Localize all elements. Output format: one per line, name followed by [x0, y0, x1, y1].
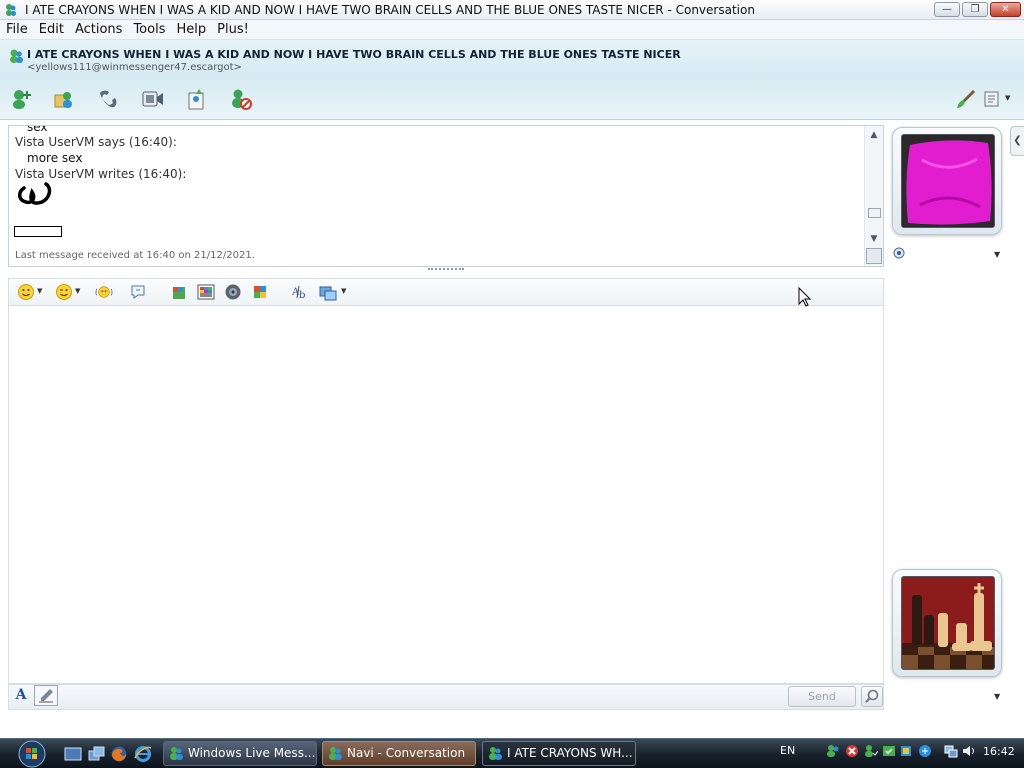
- messenger-icon: [6, 4, 16, 16]
- search-icon: [865, 689, 879, 703]
- format-toolbar: ▼ ▼ Ab ▼: [8, 278, 884, 306]
- maximize-button[interactable]: ❐: [962, 2, 988, 17]
- taskbar-button-windows-live-messenger[interactable]: Windows Live Mess...: [163, 741, 317, 766]
- menu-plus[interactable]: Plus!: [211, 20, 254, 37]
- wink-icon[interactable]: [55, 283, 73, 301]
- taskbar-button-label: Windows Live Mess...: [188, 746, 316, 760]
- contact-display-picture[interactable]: [892, 127, 1002, 235]
- taskbar-button-navi-conversation[interactable]: Navi - Conversation: [322, 741, 476, 766]
- share-files-icon[interactable]: [53, 87, 77, 111]
- games-icon[interactable]: [251, 283, 269, 301]
- pen-icon: [39, 689, 53, 703]
- voice-clip-icon[interactable]: [129, 283, 147, 301]
- firefox-icon[interactable]: [110, 745, 128, 763]
- handwriting-button[interactable]: [34, 685, 58, 706]
- font-button[interactable]: A: [12, 687, 30, 705]
- history-scrollbar[interactable]: ▲ ▼: [864, 126, 883, 266]
- messenger-icon: [489, 747, 502, 760]
- last-message-status: Last message received at 16:40 on 21/12/…: [15, 250, 255, 261]
- language-indicator[interactable]: EN: [780, 744, 795, 757]
- taskbar-clock[interactable]: 16:42: [983, 745, 1015, 758]
- user-picture-image: [901, 576, 995, 670]
- scroll-to-end-button[interactable]: [866, 248, 882, 264]
- security-alert-tray-icon[interactable]: [845, 744, 859, 758]
- chess-pieces-image: [902, 577, 994, 669]
- nudge-icon[interactable]: [95, 283, 117, 301]
- start-button[interactable]: [8, 739, 50, 768]
- close-button[interactable]: ✕: [990, 2, 1021, 17]
- menu-bar: File Edit Actions Tools Help Plus!: [0, 20, 1024, 40]
- update-tray-icon[interactable]: [882, 744, 896, 758]
- search-button[interactable]: [861, 686, 883, 707]
- insert-image-dropdown-icon[interactable]: ▼: [341, 288, 347, 295]
- menu-help[interactable]: Help: [170, 20, 211, 37]
- mouse-cursor-icon: [798, 287, 812, 307]
- paintbrush-icon[interactable]: [954, 87, 975, 111]
- message-header: Vista UserVM writes (16:40):: [15, 167, 187, 181]
- menu-tools[interactable]: Tools: [127, 20, 170, 37]
- window-title: I ATE CRAYONS WHEN I WAS A KID AND NOW I…: [25, 3, 755, 17]
- backgrounds-icon[interactable]: [197, 283, 215, 301]
- taskbar-button-label: I ATE CRAYONS WH...: [507, 746, 633, 760]
- window-title-bar[interactable]: I ATE CRAYONS WHEN I WAS A KID AND NOW I…: [0, 0, 1024, 20]
- user-picture-dropdown-icon[interactable]: ▼: [994, 692, 1002, 701]
- conversation-history[interactable]: sex Vista UserVM says (16:40): more sex …: [8, 125, 884, 267]
- display-options-chevron-icon[interactable]: ▼: [1005, 95, 1011, 102]
- send-button[interactable]: Send: [788, 686, 856, 707]
- taskbar-button-current-conversation[interactable]: I ATE CRAYONS WH...: [482, 741, 636, 766]
- scroll-up-arrow-icon[interactable]: ▲: [869, 130, 879, 140]
- webcam-icon[interactable]: [893, 247, 905, 259]
- minimize-button[interactable]: —: [934, 2, 960, 17]
- contact-status-icon: [10, 49, 23, 63]
- conversation-header: I ATE CRAYONS WHEN I WAS A KID AND NOW I…: [0, 40, 1024, 120]
- video-call-icon[interactable]: [141, 87, 165, 111]
- call-icon[interactable]: [97, 87, 121, 111]
- gift-icon[interactable]: [170, 283, 188, 301]
- pane-splitter[interactable]: [428, 268, 464, 272]
- contact-picture-dropdown-icon[interactable]: ▼: [994, 250, 1002, 259]
- message-text: sex: [27, 125, 48, 134]
- contact-picture-image: [901, 134, 995, 228]
- sidebar-tray-icon[interactable]: [918, 744, 932, 758]
- block-contact-icon[interactable]: [229, 87, 253, 111]
- contact-email: <yellows111@winmessenger47.escargot>: [27, 62, 242, 73]
- app-tray-icon[interactable]: [899, 744, 913, 758]
- menu-edit[interactable]: Edit: [33, 20, 69, 37]
- messenger-icon: [329, 747, 342, 760]
- status-tray-icon[interactable]: [864, 744, 878, 758]
- user-display-picture[interactable]: [892, 569, 1002, 677]
- svg-text:b: b: [299, 290, 305, 301]
- emoticon-icon[interactable]: [17, 283, 35, 301]
- collapse-pane-button[interactable]: ❮: [1010, 126, 1024, 156]
- network-tray-icon[interactable]: [944, 744, 958, 758]
- volume-tray-icon[interactable]: [962, 744, 976, 758]
- emoticon-dropdown-icon[interactable]: ▼: [37, 288, 43, 295]
- taskbar-button-label: Navi - Conversation: [347, 746, 466, 760]
- pillow-image: [902, 135, 994, 227]
- message-text: more sex: [27, 151, 83, 165]
- show-desktop-icon[interactable]: [64, 745, 82, 763]
- menu-file[interactable]: File: [0, 20, 33, 37]
- switch-windows-icon[interactable]: [88, 745, 106, 763]
- scroll-thumb[interactable]: [868, 208, 881, 218]
- handwritten-ink-drawing: [18, 182, 52, 205]
- contact-name: I ATE CRAYONS WHEN I WAS A KID AND NOW I…: [27, 48, 681, 61]
- spellcheck-icon[interactable]: Ab: [291, 283, 309, 301]
- insert-image-icon[interactable]: [319, 283, 337, 301]
- compose-bottom-bar: [8, 684, 884, 710]
- wink-dropdown-icon[interactable]: ▼: [75, 288, 81, 295]
- menu-actions[interactable]: Actions: [69, 20, 128, 37]
- scroll-down-arrow-icon[interactable]: ▼: [869, 234, 879, 244]
- message-header: Vista UserVM says (16:40):: [15, 135, 177, 149]
- internet-explorer-icon[interactable]: [134, 745, 152, 763]
- invite-contact-icon[interactable]: [9, 87, 33, 111]
- activities-icon[interactable]: [185, 87, 209, 111]
- ink-canvas-divider: [14, 226, 62, 237]
- messenger-icon: [170, 747, 183, 760]
- messenger-tray-icon[interactable]: [826, 744, 840, 758]
- speaker-icon[interactable]: [224, 283, 242, 301]
- display-options-icon[interactable]: [982, 87, 1002, 111]
- message-input[interactable]: [8, 306, 884, 684]
